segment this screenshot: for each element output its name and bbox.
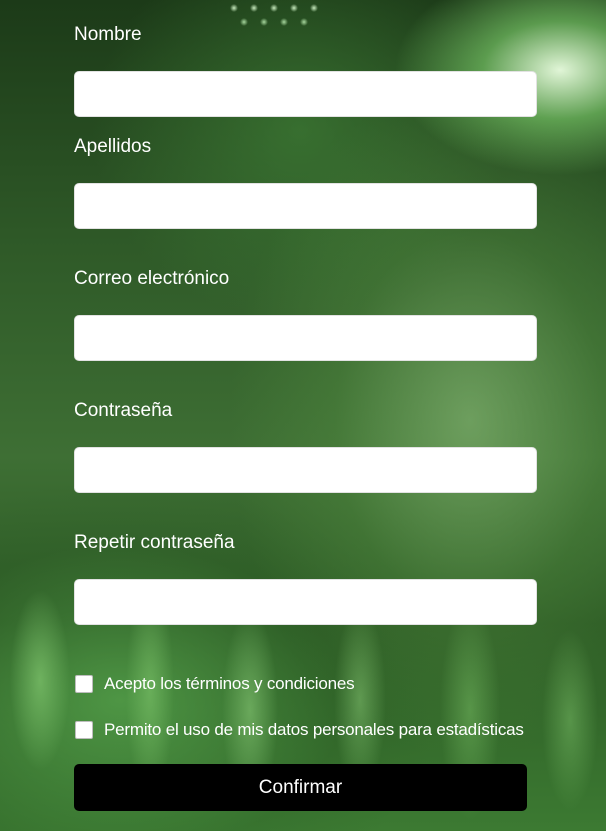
stats-consent-label: Permito el uso de mis datos personales p… <box>104 720 524 739</box>
email-label: Correo electrónico <box>74 268 230 289</box>
nombre-label: Nombre <box>74 24 142 45</box>
email-input[interactable] <box>74 315 537 361</box>
stats-consent-row[interactable]: Permito el uso de mis datos personales p… <box>74 719 524 741</box>
terms-row[interactable]: Acepto los términos y condiciones <box>74 673 355 695</box>
repeat-password-input[interactable] <box>74 579 537 625</box>
repeat-password-label: Repetir contraseña <box>74 532 235 553</box>
terms-label: Acepto los términos y condiciones <box>104 674 355 693</box>
stats-consent-checkbox[interactable] <box>75 721 93 739</box>
confirm-button[interactable]: Confirmar <box>74 764 527 811</box>
apellidos-label: Apellidos <box>74 136 152 157</box>
nombre-input[interactable] <box>74 71 537 117</box>
stage-lights <box>224 0 334 40</box>
terms-checkbox[interactable] <box>75 675 93 693</box>
password-input[interactable] <box>74 447 537 493</box>
password-label: Contraseña <box>74 400 173 421</box>
apellidos-input[interactable] <box>74 183 537 229</box>
